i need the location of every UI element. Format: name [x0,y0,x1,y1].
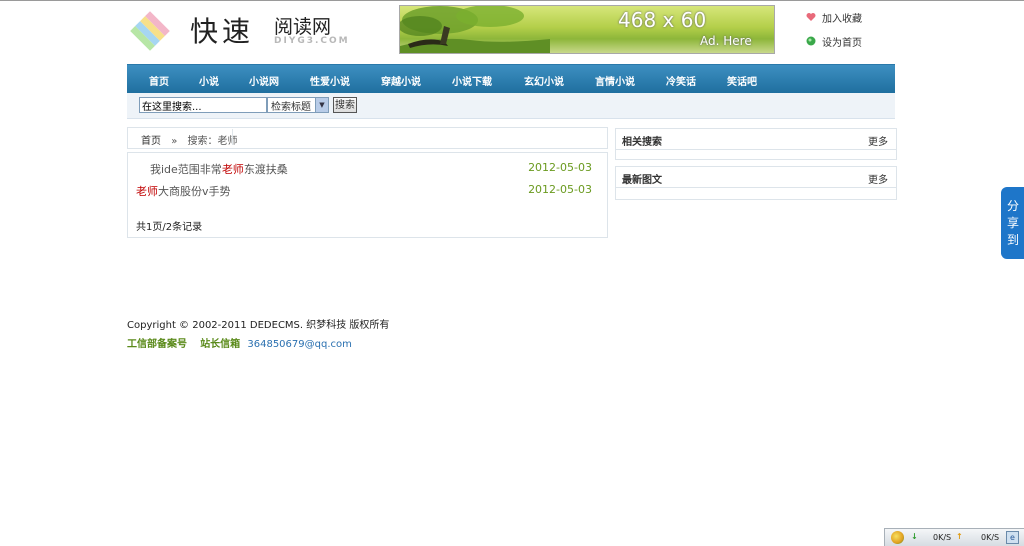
breadcrumb-divider [232,129,233,145]
result-title-link[interactable]: 老师大商股份v手势 [136,183,231,199]
share-tab[interactable]: 分享到 [1001,187,1024,259]
logo-subtitle: 阅读网 [274,16,332,38]
result-title-highlight: 老师 [221,163,244,176]
nav-item-novel[interactable]: 小说 [199,73,219,88]
nav-item-adult-novel[interactable]: 性爱小说 [310,73,350,88]
latest-images-title: 最新图文 [622,175,662,186]
green-dot-icon [806,36,816,46]
add-favorite-link[interactable]: 加入收藏 [806,10,862,25]
nav-item-romance-novel[interactable]: 言情小说 [595,73,635,88]
search-select-value: 检索标题 [271,101,311,113]
nav-item-jokes-bar[interactable]: 笑话吧 [727,73,757,88]
top-links: 加入收藏 设为首页 [806,10,862,58]
icp-record-link[interactable]: 工信部备案号 [127,339,187,350]
nav-item-novel-download[interactable]: 小说下载 [452,73,492,88]
upload-arrow-icon: ↑ [956,532,963,541]
top-border [0,0,1024,1]
search-button[interactable]: 搜索 [333,97,357,113]
latest-images-box: 最新图文 更多 [615,166,897,200]
result-title-highlight: 老师 [136,185,158,198]
result-row: 老师大商股份v手势 2012-05-03 [136,183,598,199]
logo-diamond-icon [130,11,170,51]
search-input[interactable] [139,97,267,113]
nav-item-home[interactable]: 首页 [149,73,169,88]
related-search-title: 相关搜索 [622,137,662,148]
nav-item-cold-jokes[interactable]: 冷笑话 [666,73,696,88]
download-arrow-icon: ↓ [911,532,918,541]
set-homepage-label: 设为首页 [822,37,862,49]
latest-images-more-link[interactable]: 更多 [868,171,888,186]
result-date: 2012-05-03 [528,161,592,174]
result-row: 我ide范围非常老师东渡扶桑 2012-05-03 [150,161,598,177]
result-title-text: 大商股份v手势 [158,185,231,198]
search-bar: 检索标题 ▼ 搜索 [127,93,895,119]
upload-speed: 0K/S [981,533,1000,542]
webmaster-email-link[interactable]: 364850679@qq.com [247,339,352,350]
breadcrumb-home-link[interactable]: 首页 [141,136,161,147]
share-tab-label: 分享到 [1006,199,1019,247]
browser-icon[interactable]: e [1006,531,1019,544]
result-count: 共1页/2条记录 [136,222,203,233]
ad-banner[interactable]: 468 x 60 Ad. Here [399,5,775,54]
webmaster-email-label: 站长信箱 [200,339,241,350]
banner-ad-text: Ad. Here [700,34,752,48]
main-nav: 首页 小说 小说网 性爱小说 穿越小说 小说下载 玄幻小说 言情小说 冷笑话 笑… [127,64,895,93]
set-homepage-link[interactable]: 设为首页 [806,34,862,49]
footer-links: 工信部备案号 站长信箱 364850679@qq.com [127,335,352,350]
nav-item-fantasy-novel[interactable]: 玄幻小说 [524,73,564,88]
breadcrumb-current: 搜索：老师 [187,136,238,147]
speed-tray: ↓ 0K/S ↑ 0K/S e [884,528,1024,546]
speed-ball-icon[interactable] [891,531,904,544]
add-favorite-label: 加入收藏 [822,13,862,25]
nav-item-novel-site[interactable]: 小说网 [249,73,279,88]
logo-domain: DIYG3.COM [274,36,350,46]
heart-icon [806,13,816,21]
result-title-link[interactable]: 我ide范围非常老师东渡扶桑 [150,161,288,177]
related-search-box: 相关搜索 更多 [615,128,897,160]
related-search-more-link[interactable]: 更多 [868,133,888,148]
nav-item-time-travel-novel[interactable]: 穿越小说 [381,73,421,88]
search-results: 我ide范围非常老师东渡扶桑 2012-05-03 老师大商股份v手势 2012… [127,152,608,238]
tree-image [400,6,550,53]
result-title-text: 我ide范围非常 [150,163,222,176]
chevron-down-icon: ▼ [315,98,328,112]
search-field-select[interactable]: 检索标题 ▼ [267,97,329,113]
result-date: 2012-05-03 [528,183,592,196]
copyright: Copyright © 2002-2011 DEDECMS. 织梦科技 版权所有 [127,320,390,331]
breadcrumb: 首页 » 搜索：老师 [127,127,608,149]
site-logo[interactable]: 快速 阅读网 DIYG3.COM [128,6,348,52]
breadcrumb-separator: » [171,136,178,147]
download-speed: 0K/S [933,533,952,542]
banner-size-text: 468 x 60 [618,8,707,32]
result-title-text: 东渡扶桑 [243,163,288,176]
logo-title: 快速 [190,15,255,48]
